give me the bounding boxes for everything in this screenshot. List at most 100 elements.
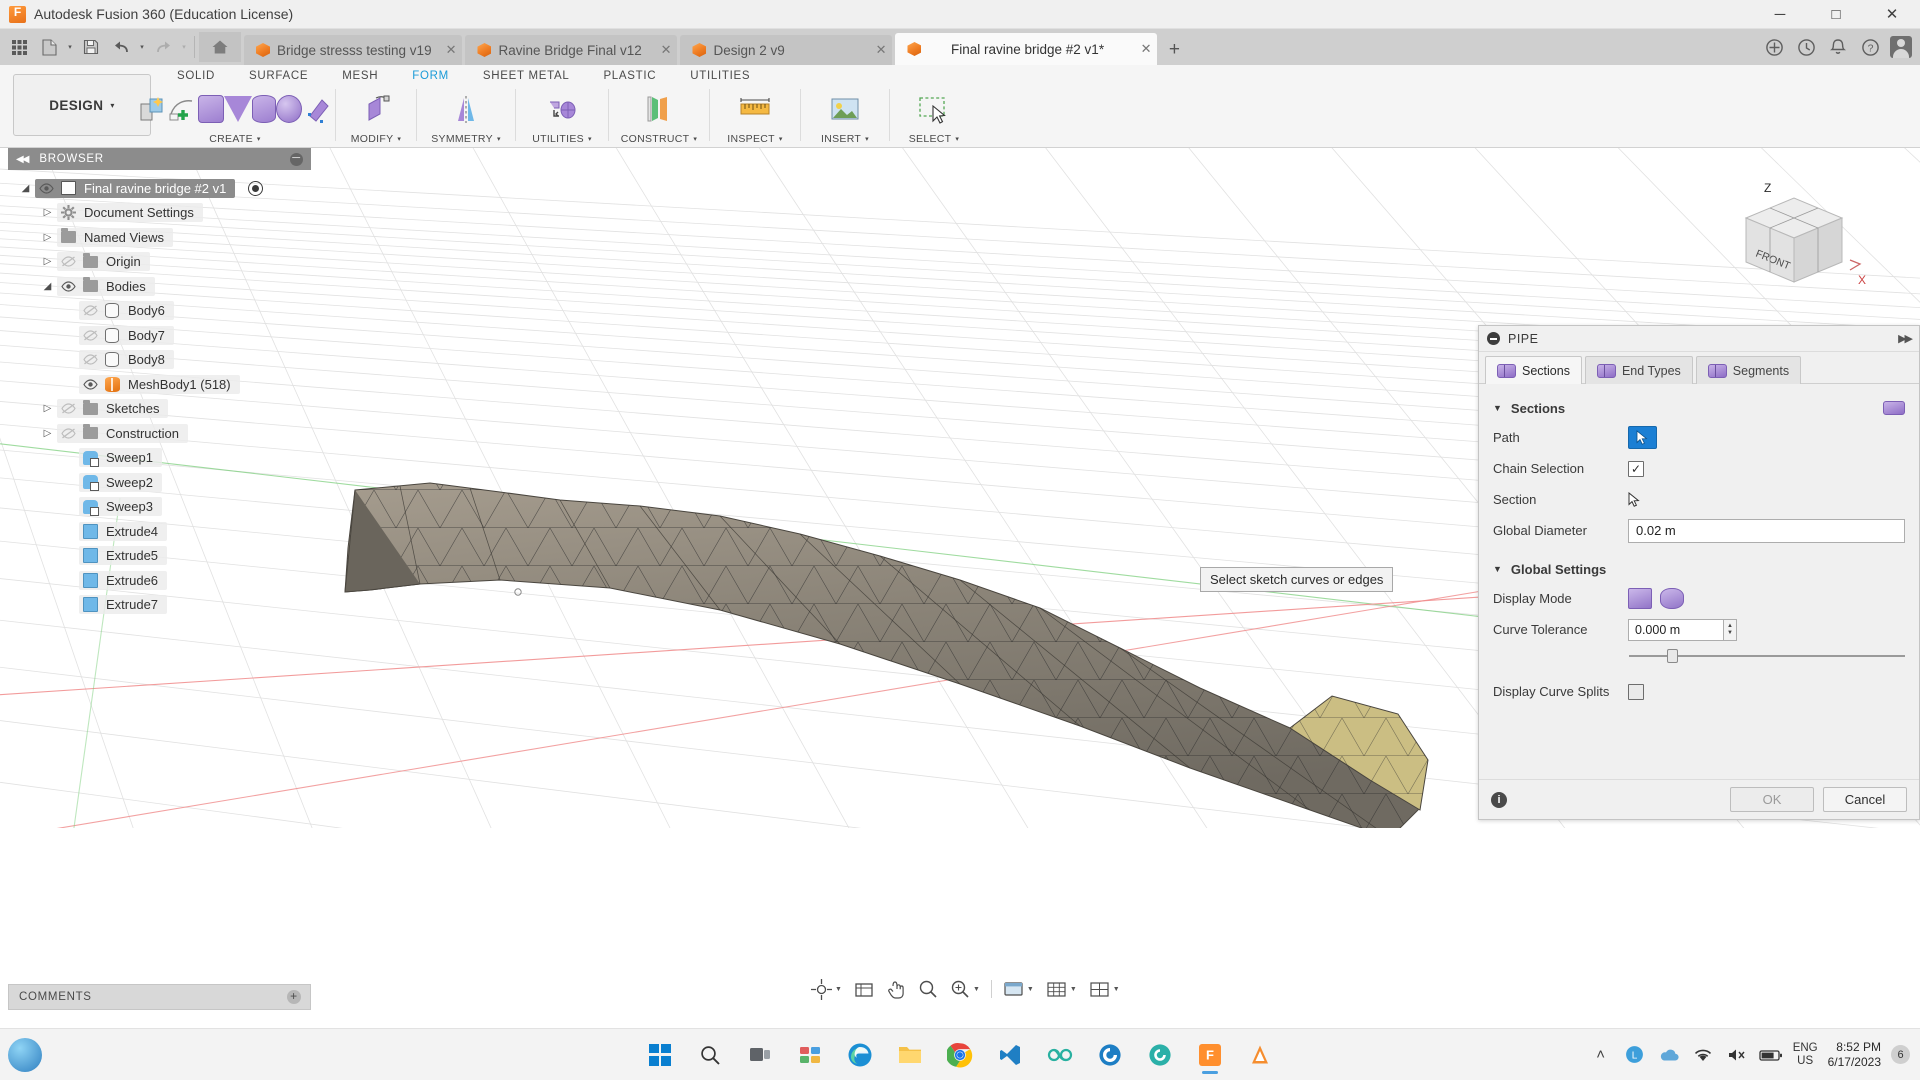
language-indicator[interactable]: ENG US (1793, 1042, 1818, 1068)
display-mode-box-button[interactable] (1628, 588, 1652, 609)
show-data-panel-icon[interactable] (4, 32, 34, 62)
insert-canvas-button[interactable] (821, 88, 869, 130)
eye-visible-icon[interactable] (57, 281, 79, 292)
tree-item-extrude4[interactable]: Extrude4 (8, 519, 311, 544)
viewports-button[interactable]: ▼ (1084, 976, 1125, 1002)
display-mode-round-button[interactable] (1660, 588, 1684, 609)
undo-caret-icon[interactable]: ▾ (136, 32, 148, 62)
look-at-button[interactable] (849, 976, 879, 1002)
global-diameter-input[interactable]: 0.02 m (1628, 518, 1905, 543)
new-document-caret-icon[interactable]: ▾ (64, 32, 76, 62)
panel-label-panel-utilities[interactable]: UTILITIES ▾ (516, 131, 608, 147)
extensions-icon[interactable] (1758, 31, 1790, 63)
notification-count-badge[interactable]: 6 (1891, 1045, 1910, 1064)
panel-label-select[interactable]: SELECT ▾ (890, 131, 978, 147)
cura-icon[interactable] (1090, 1035, 1130, 1075)
collapse-dialog-icon[interactable] (1487, 332, 1500, 345)
tree-item-extrude6[interactable]: Extrude6 (8, 568, 311, 593)
tree-item-body6[interactable]: Body6 (8, 299, 311, 324)
ribbon-tab-plastic[interactable]: PLASTIC (586, 65, 673, 87)
close-tab-icon[interactable]: ✕ (647, 42, 672, 58)
prusa-slicer-icon[interactable] (1240, 1035, 1280, 1075)
eye-hidden-icon[interactable] (57, 256, 79, 267)
onedrive-icon[interactable] (1657, 1043, 1681, 1067)
tree-item-extrude7[interactable]: Extrude7 (8, 593, 311, 618)
create-quadball-button[interactable] (302, 88, 332, 130)
edit-form-button[interactable] (168, 88, 198, 130)
volume-icon[interactable] (1725, 1043, 1749, 1067)
edge-browser-icon[interactable] (840, 1035, 880, 1075)
tab-segments[interactable]: Segments (1695, 356, 1802, 384)
task-view-icon[interactable] (740, 1035, 780, 1075)
eye-hidden-icon[interactable] (79, 330, 101, 341)
cortana-orb-icon[interactable] (8, 1037, 42, 1072)
tree-item-final-ravine-bridge-2-v1[interactable]: ◢ Final ravine bridge #2 v1 (8, 176, 311, 201)
tree-item-extrude5[interactable]: Extrude5 (8, 544, 311, 569)
fusion360-icon[interactable]: F (1190, 1035, 1230, 1075)
info-icon[interactable]: i (1491, 791, 1507, 808)
bell-icon[interactable] (1822, 31, 1854, 63)
logitech-icon[interactable]: L (1623, 1043, 1647, 1067)
tree-item-body8[interactable]: Body8 (8, 348, 311, 373)
new-document-icon[interactable] (34, 32, 64, 62)
user-avatar[interactable] (1890, 36, 1912, 58)
ribbon-tab-mesh[interactable]: MESH (325, 65, 395, 87)
ribbon-tab-sheet-metal[interactable]: SHEET METAL (466, 65, 587, 87)
add-comment-icon[interactable]: + (287, 990, 301, 1004)
curve-tolerance-input[interactable]: 0.000 m (1628, 618, 1724, 641)
curve-tolerance-stepper[interactable]: ▲ ▼ (1724, 618, 1737, 641)
create-cylinder-button[interactable] (252, 88, 276, 130)
infinity-app-icon[interactable] (1040, 1035, 1080, 1075)
tree-item-bodies[interactable]: ◢ Bodies (8, 274, 311, 299)
orbit-button[interactable]: ▼ (806, 976, 847, 1002)
create-box-button[interactable] (198, 88, 224, 130)
eye-hidden-icon[interactable] (79, 305, 101, 316)
vscode-icon[interactable] (990, 1035, 1030, 1075)
tree-expand-arrow-icon[interactable]: ▷ (38, 232, 57, 243)
display-settings-button[interactable]: ▼ (998, 976, 1039, 1002)
tree-expand-arrow-icon[interactable]: ▷ (38, 428, 57, 439)
eye-hidden-icon[interactable] (79, 354, 101, 365)
tree-item-meshbody1-518[interactable]: MeshBody1 (518) (8, 372, 311, 397)
panel-label-construct[interactable]: CONSTRUCT ▾ (609, 131, 709, 147)
tab-sections[interactable]: Sections (1485, 356, 1582, 384)
expand-dialog-icon[interactable]: ▶▶ (1898, 332, 1913, 345)
close-tab-icon[interactable]: ✕ (862, 42, 887, 58)
document-tab-2[interactable]: Design 2 v9 ✕ (680, 35, 893, 65)
tree-expand-arrow-icon[interactable]: ▷ (38, 256, 57, 267)
widgets-icon[interactable] (790, 1035, 830, 1075)
tree-item-origin[interactable]: ▷ Origin (8, 250, 311, 275)
document-tab-0[interactable]: Bridge stresss testing v19 ✕ (244, 35, 463, 65)
eye-hidden-icon[interactable] (57, 428, 79, 439)
panel-label-modify[interactable]: MODIFY ▾ (336, 131, 416, 147)
tree-item-sweep2[interactable]: Sweep2 (8, 470, 311, 495)
select-button[interactable] (910, 88, 958, 130)
close-window-button[interactable]: ✕ (1864, 0, 1920, 29)
curve-tolerance-slider[interactable] (1629, 649, 1905, 663)
maximize-window-button[interactable]: □ (1808, 0, 1864, 29)
create-form-button[interactable] (138, 88, 168, 130)
chrome-browser-icon[interactable] (940, 1035, 980, 1075)
tree-item-sweep1[interactable]: Sweep1 (8, 446, 311, 471)
repair-body-button[interactable] (538, 88, 586, 130)
undo-icon[interactable] (106, 32, 136, 62)
eye-hidden-icon[interactable] (57, 403, 79, 414)
tab-end-types[interactable]: End Types (1584, 356, 1693, 384)
offset-plane-button[interactable] (635, 88, 683, 130)
document-tab-3-active[interactable]: Final ravine bridge #2 v1* ✕ (895, 33, 1158, 65)
zoom-button[interactable] (913, 976, 943, 1002)
battery-icon[interactable] (1759, 1043, 1783, 1067)
slider-knob[interactable] (1667, 649, 1678, 663)
clock[interactable]: 8:52 PM 6/17/2023 (1828, 1040, 1881, 1070)
tree-item-body7[interactable]: Body7 (8, 323, 311, 348)
eye-visible-icon[interactable] (35, 183, 57, 194)
path-select-button[interactable] (1628, 426, 1657, 449)
help-icon[interactable]: ? (1854, 31, 1886, 63)
create-plane-button[interactable] (224, 88, 252, 130)
search-icon[interactable] (690, 1035, 730, 1075)
wifi-icon[interactable] (1691, 1043, 1715, 1067)
chain-selection-checkbox[interactable]: ✓ (1628, 460, 1644, 477)
workspace-switcher[interactable]: DESIGN ▾ (13, 74, 151, 136)
new-tab-button[interactable]: + (1160, 35, 1188, 65)
comments-panel[interactable]: COMMENTS + (8, 984, 311, 1010)
